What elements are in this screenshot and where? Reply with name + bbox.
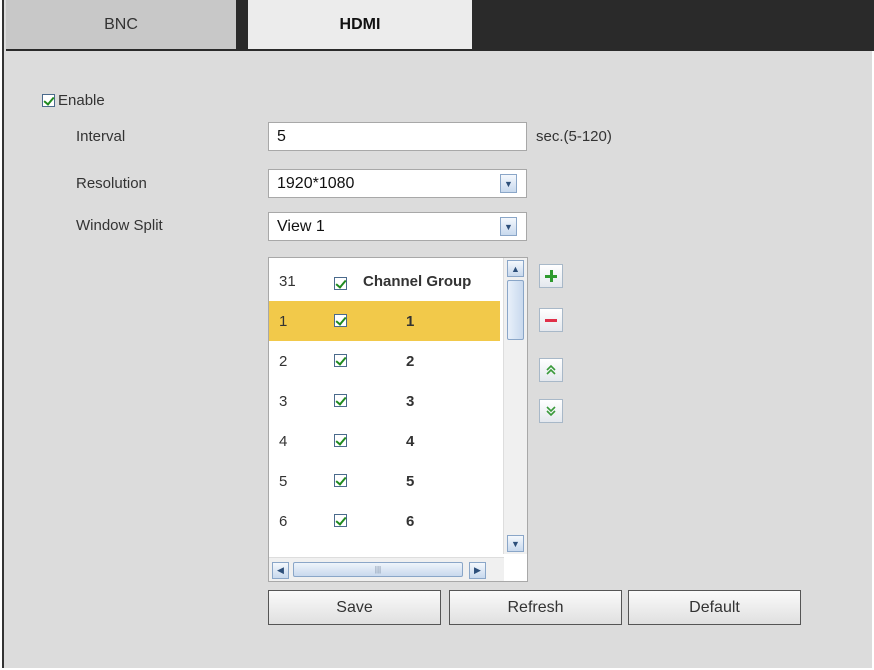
row-group: 4: [406, 433, 415, 450]
list-item[interactable]: 2 2: [269, 341, 500, 381]
row-number: 6: [279, 513, 288, 530]
channel-count: 31: [279, 273, 296, 290]
resolution-label: Resolution: [76, 175, 147, 192]
remove-button[interactable]: [539, 308, 563, 332]
row-group: 5: [406, 473, 415, 490]
save-button[interactable]: Save: [268, 590, 441, 625]
chevron-down-icon[interactable]: ▼: [500, 174, 517, 193]
refresh-button[interactable]: Refresh: [449, 590, 622, 625]
horizontal-scrollbar[interactable]: ◀ ||| ▶: [269, 557, 504, 581]
list-item[interactable]: 3 3: [269, 381, 500, 421]
row-checkbox[interactable]: [334, 394, 347, 407]
list-item[interactable]: 1 1: [269, 301, 500, 341]
row-checkbox[interactable]: [334, 354, 347, 367]
row-number: 2: [279, 353, 288, 370]
scroll-thumb[interactable]: [507, 280, 524, 340]
scroll-up-icon[interactable]: ▲: [507, 260, 524, 277]
scroll-left-icon[interactable]: ◀: [272, 562, 289, 579]
move-down-icon: [546, 406, 556, 417]
tab-hdmi[interactable]: HDMI: [248, 0, 472, 49]
row-group: 3: [406, 393, 415, 410]
vertical-scrollbar[interactable]: ▲ ▼: [503, 258, 527, 554]
window-split-select[interactable]: View 1: [268, 212, 527, 241]
resolution-select[interactable]: 1920*1080: [268, 169, 527, 198]
row-checkbox[interactable]: [334, 434, 347, 447]
move-up-icon: [546, 364, 556, 375]
row-checkbox[interactable]: [334, 514, 347, 527]
scroll-thumb-horizontal[interactable]: |||: [293, 562, 463, 577]
channel-group-header: Channel Group: [363, 273, 472, 290]
tab-divider: [238, 0, 246, 49]
row-checkbox[interactable]: [334, 314, 347, 327]
tab-bnc[interactable]: BNC: [6, 0, 236, 49]
row-number: 1: [279, 313, 288, 330]
interval-hint: sec.(5-120): [536, 128, 612, 145]
interval-label: Interval: [76, 128, 126, 145]
list-item[interactable]: 6 6: [269, 501, 500, 541]
move-down-button[interactable]: [539, 399, 563, 423]
remove-icon: [545, 319, 557, 322]
row-group: 2: [406, 353, 415, 370]
row-group: 6: [406, 513, 415, 530]
window-split-value: View 1: [277, 218, 325, 235]
add-icon: [545, 270, 557, 282]
select-all-checkbox[interactable]: [334, 277, 347, 290]
move-up-button[interactable]: [539, 358, 563, 382]
row-number: 4: [279, 433, 288, 450]
interval-input[interactable]: 5: [268, 122, 527, 151]
enable-label: Enable: [58, 92, 105, 109]
row-number: 3: [279, 393, 288, 410]
row-checkbox[interactable]: [334, 474, 347, 487]
chevron-down-icon[interactable]: ▼: [500, 217, 517, 236]
list-item[interactable]: 4 4: [269, 421, 500, 461]
resolution-value: 1920*1080: [277, 175, 355, 192]
add-button[interactable]: [539, 264, 563, 288]
row-group: 1: [406, 313, 415, 330]
default-button[interactable]: Default: [628, 590, 801, 625]
window-split-label: Window Split: [76, 217, 163, 234]
scroll-down-icon[interactable]: ▼: [507, 535, 524, 552]
enable-checkbox[interactable]: [42, 94, 55, 107]
list-item[interactable]: 5 5: [269, 461, 500, 501]
row-number: 5: [279, 473, 288, 490]
scroll-right-icon[interactable]: ▶: [469, 562, 486, 579]
channel-group-list: 31 Channel Group 1 1 2 2 3 3 4 4 5 5 6 6…: [268, 257, 528, 582]
list-header-row: 31 Channel Group: [269, 261, 500, 301]
